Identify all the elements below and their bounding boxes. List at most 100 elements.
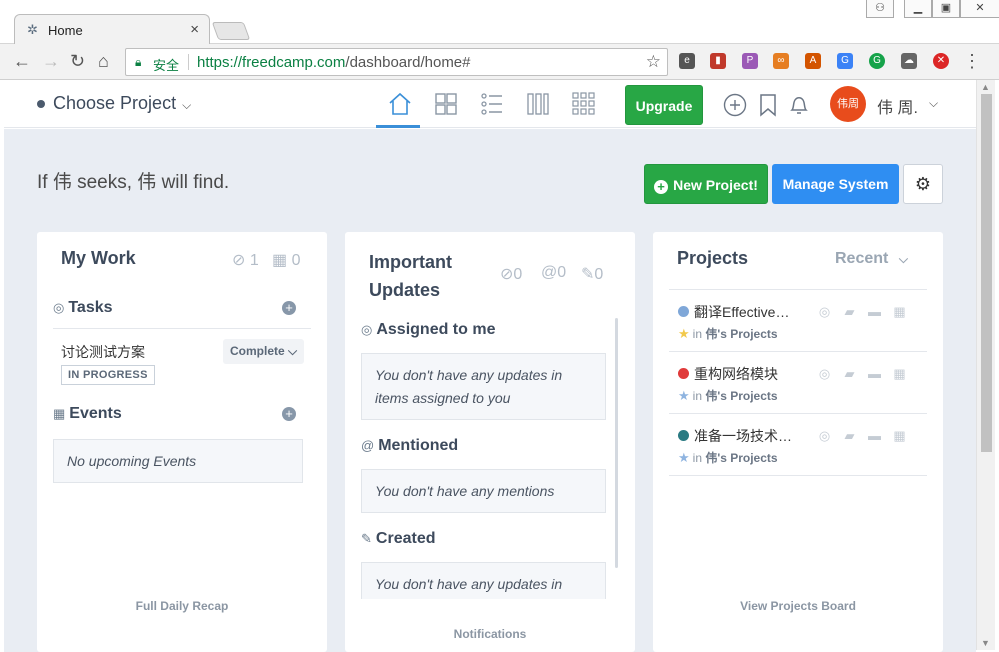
calendar-icon: ▦	[272, 252, 288, 269]
settings-gear-icon[interactable]: ⚙	[903, 164, 943, 204]
project-selector-label: Choose Project	[53, 93, 177, 113]
list-view-tab[interactable]	[468, 80, 514, 128]
discussion-icon[interactable]: ▰	[841, 428, 858, 444]
dashboard-view-tab[interactable]	[422, 80, 468, 128]
scrollbar-thumb[interactable]	[981, 94, 992, 452]
mentioned-heading-label: Mentioned	[378, 437, 459, 454]
project-list-item[interactable]: 准备一场技术分享 ★in 伟's Projects ◎ ▰ ▬ ▦	[669, 414, 927, 476]
events-heading-label: Events	[69, 405, 122, 422]
created-heading: ✎ Created	[361, 530, 435, 548]
home-view-tab[interactable]	[376, 80, 422, 128]
bell-icon[interactable]	[787, 93, 811, 117]
project-name[interactable]: 准备一场技术分享	[694, 426, 794, 446]
calendar-icon[interactable]: ▦	[891, 428, 908, 444]
project-name[interactable]: 重构网络模块	[694, 364, 794, 384]
grammarly-extension-icon[interactable]: G	[869, 53, 885, 69]
page-scrollbar[interactable]: ▲ ▼	[976, 80, 995, 650]
bookmark-icon[interactable]	[758, 93, 778, 117]
mention-count: 0	[557, 264, 567, 281]
translate-extension-icon[interactable]: G	[837, 53, 853, 69]
updates-scroll-area[interactable]: ◎ Assigned to me You don't have any updat…	[345, 314, 635, 599]
projects-filter-dropdown[interactable]: Recent ⌵	[835, 250, 908, 268]
scroll-up-icon[interactable]: ▲	[981, 82, 990, 92]
discussion-icon[interactable]: ▰	[841, 304, 858, 320]
user-profile-icon[interactable]: ⚇	[866, 0, 894, 18]
notifications-link[interactable]: Notifications	[345, 627, 635, 641]
scroll-down-icon[interactable]: ▼	[981, 638, 990, 648]
maximize-icon[interactable]: ▣	[932, 0, 960, 18]
browser-tab[interactable]: ✲ Home ×	[14, 14, 210, 45]
mention-count-stat: @0	[541, 264, 566, 282]
project-list-item[interactable]: 翻译EffectiveLea... ★in 伟's Projects ◎ ▰ ▬ ▦	[669, 290, 927, 352]
close-window-icon[interactable]: ✕	[960, 0, 999, 18]
star-icon[interactable]: ★	[678, 450, 690, 465]
star-icon[interactable]: ★	[678, 388, 690, 403]
user-name[interactable]: 伟 周.	[877, 94, 918, 118]
add-event-icon[interactable]: +	[282, 407, 296, 421]
add-circle-icon[interactable]	[723, 93, 747, 117]
pdf-extension-icon[interactable]: P	[742, 53, 758, 69]
events-calendar-icon: ▦	[53, 406, 66, 421]
calendar-icon[interactable]: ▦	[891, 304, 908, 320]
updates-title-line2: Updates	[369, 280, 441, 300]
plus-circle-icon: +	[654, 180, 669, 194]
pencil-icon: ✎	[361, 531, 372, 546]
user-menu-chevron-icon[interactable]: ⌵	[929, 96, 938, 111]
home-icon[interactable]: ⌂	[98, 50, 109, 72]
minimize-icon[interactable]: ▁	[904, 0, 932, 18]
assigned-empty-state: You don't have any updates in items assi…	[361, 353, 606, 420]
back-icon[interactable]: ←	[13, 50, 31, 72]
view-projects-board-link[interactable]: View Projects Board	[653, 599, 943, 613]
manage-system-button[interactable]: Manage System	[772, 164, 899, 204]
task-check-icon: ◎	[53, 300, 65, 315]
task-name[interactable]: 讨论测试方案	[61, 342, 145, 362]
project-name[interactable]: 翻译EffectiveLea...	[694, 302, 794, 322]
cloud-extension-icon[interactable]: ☁	[901, 53, 917, 69]
apps-view-tab[interactable]	[560, 80, 606, 128]
updates-scrollbar-thumb[interactable]	[615, 318, 618, 568]
projects-title: Projects	[677, 248, 749, 268]
bookmark-star-icon[interactable]: ☆	[646, 52, 661, 72]
address-bar[interactable]: 🔒︎ 安全 https://freedcamp.com/dashboard/ho…	[125, 48, 668, 76]
upgrade-button[interactable]: Upgrade	[625, 85, 703, 125]
folder-icon[interactable]: ▬	[866, 366, 883, 382]
acrobat-extension-icon[interactable]: A	[805, 53, 821, 69]
new-project-button[interactable]: + New Project!	[644, 164, 768, 204]
board-view-tab[interactable]	[514, 80, 560, 128]
project-actions: ◎ ▰ ▬ ▦	[816, 304, 908, 320]
assigned-heading-label: Assigned to me	[376, 321, 496, 338]
calendar-icon[interactable]: ▦	[891, 366, 908, 382]
task-check-icon[interactable]: ◎	[816, 428, 833, 444]
events-count-stat: ▦ 0	[272, 250, 300, 270]
project-selector[interactable]: Choose Project ⌵	[37, 93, 191, 114]
book-extension-icon[interactable]: ▮	[710, 53, 726, 69]
project-color-dot	[678, 368, 689, 379]
task-check-icon[interactable]: ◎	[816, 304, 833, 320]
star-icon[interactable]: ★	[678, 326, 690, 341]
project-list-item[interactable]: 重构网络模块 ★ in 伟's Projects ◎ ▰ ▬ ▦	[669, 352, 927, 414]
add-task-icon[interactable]: +	[282, 301, 296, 315]
reload-icon[interactable]: ↻	[70, 50, 85, 72]
avatar[interactable]: 伟周	[830, 86, 866, 122]
folder-icon[interactable]: ▬	[866, 304, 883, 320]
updates-title: Important Updates	[369, 248, 452, 304]
tab-close-icon[interactable]: ×	[190, 21, 199, 38]
chevron-down-icon: ⌵	[898, 252, 908, 266]
created-empty-state: You don't have any updates in	[361, 562, 606, 599]
in-label: in	[692, 389, 702, 403]
new-tab-button[interactable]	[211, 22, 251, 40]
blocker-extension-icon[interactable]: ✕	[933, 53, 949, 69]
chevron-down-icon: ⌵	[182, 98, 192, 112]
project-owner: ★ in 伟's Projects	[678, 387, 778, 404]
task-check-icon[interactable]: ◎	[816, 366, 833, 382]
browser-menu-icon[interactable]: ⋮	[963, 51, 981, 72]
discussion-icon[interactable]: ▰	[841, 366, 858, 382]
folder-icon[interactable]: ▬	[866, 428, 883, 444]
browser-toolbar: ← → ↻ ⌂ 🔒︎ 安全 https://freedcamp.com/dash…	[0, 44, 999, 80]
full-daily-recap-link[interactable]: Full Daily Recap	[37, 599, 327, 613]
complete-dropdown[interactable]: Complete ⌵	[223, 339, 305, 364]
forward-icon[interactable]: →	[42, 50, 60, 72]
view-switcher	[376, 80, 606, 128]
infinity-extension-icon[interactable]: ∞	[773, 53, 789, 69]
evernote-extension-icon[interactable]: e	[679, 53, 695, 69]
